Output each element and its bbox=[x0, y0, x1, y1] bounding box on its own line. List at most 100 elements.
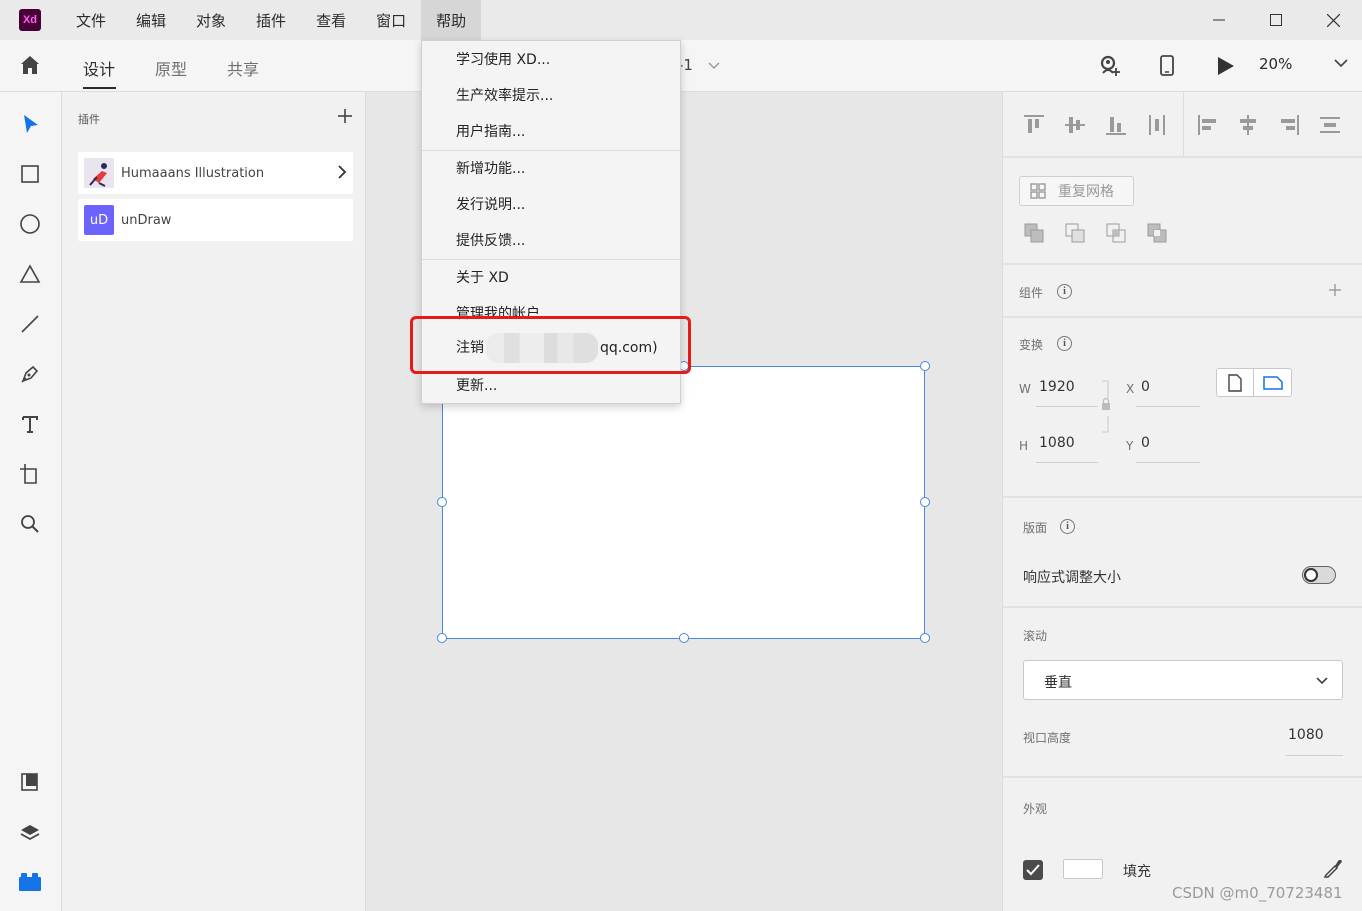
menu-help[interactable]: 帮助 bbox=[421, 0, 482, 40]
pen-tool[interactable] bbox=[18, 362, 42, 386]
y-field[interactable]: 0 bbox=[1141, 435, 1150, 451]
scroll-direction-select[interactable]: 垂直 bbox=[1023, 660, 1343, 700]
menu-object[interactable]: 对象 bbox=[181, 0, 241, 40]
boolean-exclude-icon[interactable] bbox=[1146, 222, 1168, 244]
humaaans-figure-icon bbox=[89, 163, 107, 187]
add-component-icon[interactable] bbox=[1329, 284, 1341, 296]
device-preview-icon[interactable] bbox=[1158, 54, 1176, 78]
menu-item-user-guide[interactable]: 用户指南... bbox=[456, 121, 525, 141]
portrait-icon bbox=[1228, 373, 1242, 392]
align-right-icon[interactable] bbox=[1278, 114, 1300, 136]
resize-handle-bottom-right[interactable] bbox=[920, 633, 930, 643]
rectangle-icon bbox=[21, 165, 39, 183]
menu-file[interactable]: 文件 bbox=[61, 0, 121, 40]
menu-item-whats-new[interactable]: 新增功能... bbox=[456, 158, 525, 178]
distribute-vertical-icon[interactable] bbox=[1146, 114, 1168, 136]
zoom-tool[interactable] bbox=[18, 512, 42, 536]
section-divider bbox=[1003, 496, 1362, 498]
distribute-horizontal-icon[interactable] bbox=[1319, 114, 1341, 136]
ellipse-icon bbox=[20, 214, 40, 234]
landscape-button[interactable] bbox=[1254, 369, 1291, 396]
minimize-button[interactable] bbox=[1190, 0, 1248, 40]
tab-share[interactable]: 共享 bbox=[227, 56, 259, 80]
responsive-resize-toggle[interactable] bbox=[1302, 566, 1336, 584]
info-icon[interactable]: i bbox=[1057, 284, 1072, 299]
eyedropper-icon[interactable] bbox=[1323, 858, 1343, 878]
portrait-button[interactable] bbox=[1217, 369, 1254, 396]
artboard[interactable] bbox=[442, 366, 925, 639]
rectangle-tool[interactable] bbox=[18, 162, 42, 186]
fill-color-swatch[interactable] bbox=[1063, 859, 1103, 879]
menu-item-feedback[interactable]: 提供反馈... bbox=[456, 230, 525, 250]
height-label: H bbox=[1019, 439, 1029, 453]
plugin-humaaans[interactable]: Humaaans Illustration bbox=[78, 152, 353, 194]
ellipse-tool[interactable] bbox=[18, 212, 42, 236]
assets-panel-button[interactable] bbox=[18, 770, 42, 794]
y-label: Y bbox=[1126, 439, 1134, 453]
boolean-subtract-icon[interactable] bbox=[1064, 222, 1086, 244]
menu-plugins[interactable]: 插件 bbox=[241, 0, 301, 40]
component-label: 组件 bbox=[1019, 286, 1044, 300]
maximize-button[interactable] bbox=[1247, 0, 1305, 40]
menu-window[interactable]: 窗口 bbox=[361, 0, 421, 40]
align-middle-icon[interactable] bbox=[1064, 114, 1086, 136]
triangle-icon bbox=[19, 264, 41, 283]
menu-edit[interactable]: 编辑 bbox=[121, 0, 181, 40]
checkmark-icon bbox=[1026, 864, 1040, 876]
artboard-tool[interactable] bbox=[18, 462, 42, 486]
text-tool[interactable] bbox=[18, 412, 42, 436]
fill-checkbox[interactable] bbox=[1023, 860, 1043, 880]
info-icon[interactable]: i bbox=[1057, 336, 1072, 351]
viewport-height-field[interactable]: 1080 bbox=[1288, 727, 1324, 743]
add-plugin-button[interactable] bbox=[338, 106, 352, 126]
select-tool[interactable] bbox=[18, 112, 42, 136]
text-icon bbox=[22, 416, 38, 433]
chevron-right-icon[interactable] bbox=[337, 164, 347, 180]
menu-item-update[interactable]: 更新... bbox=[456, 375, 497, 395]
chevron-down-icon[interactable] bbox=[1334, 58, 1348, 68]
zoom-level[interactable]: 20% bbox=[1259, 55, 1292, 73]
tab-prototype[interactable]: 原型 bbox=[155, 56, 187, 80]
home-icon[interactable] bbox=[18, 53, 42, 77]
menu-view[interactable]: 查看 bbox=[301, 0, 361, 40]
boolean-intersect-icon[interactable] bbox=[1105, 222, 1127, 244]
play-icon[interactable] bbox=[1216, 56, 1236, 76]
chevron-down-icon[interactable] bbox=[708, 60, 720, 72]
lock-aspect-icon[interactable] bbox=[1100, 380, 1112, 434]
tab-design[interactable]: 设计 bbox=[83, 56, 115, 80]
x-field[interactable]: 0 bbox=[1141, 379, 1150, 395]
align-left-icon[interactable] bbox=[1197, 114, 1219, 136]
resize-handle-left[interactable] bbox=[437, 497, 447, 507]
layers-panel-button[interactable] bbox=[18, 820, 42, 844]
repeat-grid-button[interactable]: 重复网格 bbox=[1019, 176, 1134, 206]
height-field[interactable]: 1080 bbox=[1039, 435, 1075, 451]
plugins-panel-button[interactable] bbox=[18, 870, 42, 894]
close-button[interactable] bbox=[1304, 0, 1362, 40]
plugin-name: Humaaans Illustration bbox=[121, 165, 265, 181]
appearance-label: 外观 bbox=[1023, 802, 1048, 816]
align-center-icon[interactable] bbox=[1237, 114, 1259, 136]
align-bottom-icon[interactable] bbox=[1105, 114, 1127, 136]
resize-handle-top-right[interactable] bbox=[920, 361, 930, 371]
plugin-undraw[interactable]: uD unDraw bbox=[78, 199, 353, 241]
width-field[interactable]: 1920 bbox=[1039, 379, 1075, 395]
field-underline bbox=[1136, 406, 1200, 407]
responsive-resize-label: 响应式调整大小 bbox=[1023, 570, 1121, 586]
boolean-add-icon[interactable] bbox=[1023, 222, 1045, 244]
resize-handle-right[interactable] bbox=[920, 497, 930, 507]
menu-item-productivity-tips[interactable]: 生产效率提示... bbox=[456, 85, 553, 105]
info-icon[interactable]: i bbox=[1060, 519, 1075, 534]
share-user-icon[interactable] bbox=[1098, 54, 1122, 78]
polygon-tool[interactable] bbox=[18, 262, 42, 286]
toolbar: 设计 原型 共享 -1 20% bbox=[0, 40, 1362, 92]
menu-item-release-notes[interactable]: 发行说明... bbox=[456, 194, 525, 214]
fill-label: 填充 bbox=[1123, 864, 1151, 880]
resize-handle-bottom[interactable] bbox=[679, 633, 689, 643]
menu-item-about-xd[interactable]: 关于 XD bbox=[456, 267, 509, 287]
menu-item-learn-xd[interactable]: 学习使用 XD... bbox=[456, 49, 550, 69]
transform-label: 变换 bbox=[1019, 338, 1044, 352]
line-tool[interactable] bbox=[18, 312, 42, 336]
align-top-icon[interactable] bbox=[1023, 114, 1045, 136]
resize-handle-bottom-left[interactable] bbox=[437, 633, 447, 643]
chevron-down-icon bbox=[1316, 677, 1328, 685]
